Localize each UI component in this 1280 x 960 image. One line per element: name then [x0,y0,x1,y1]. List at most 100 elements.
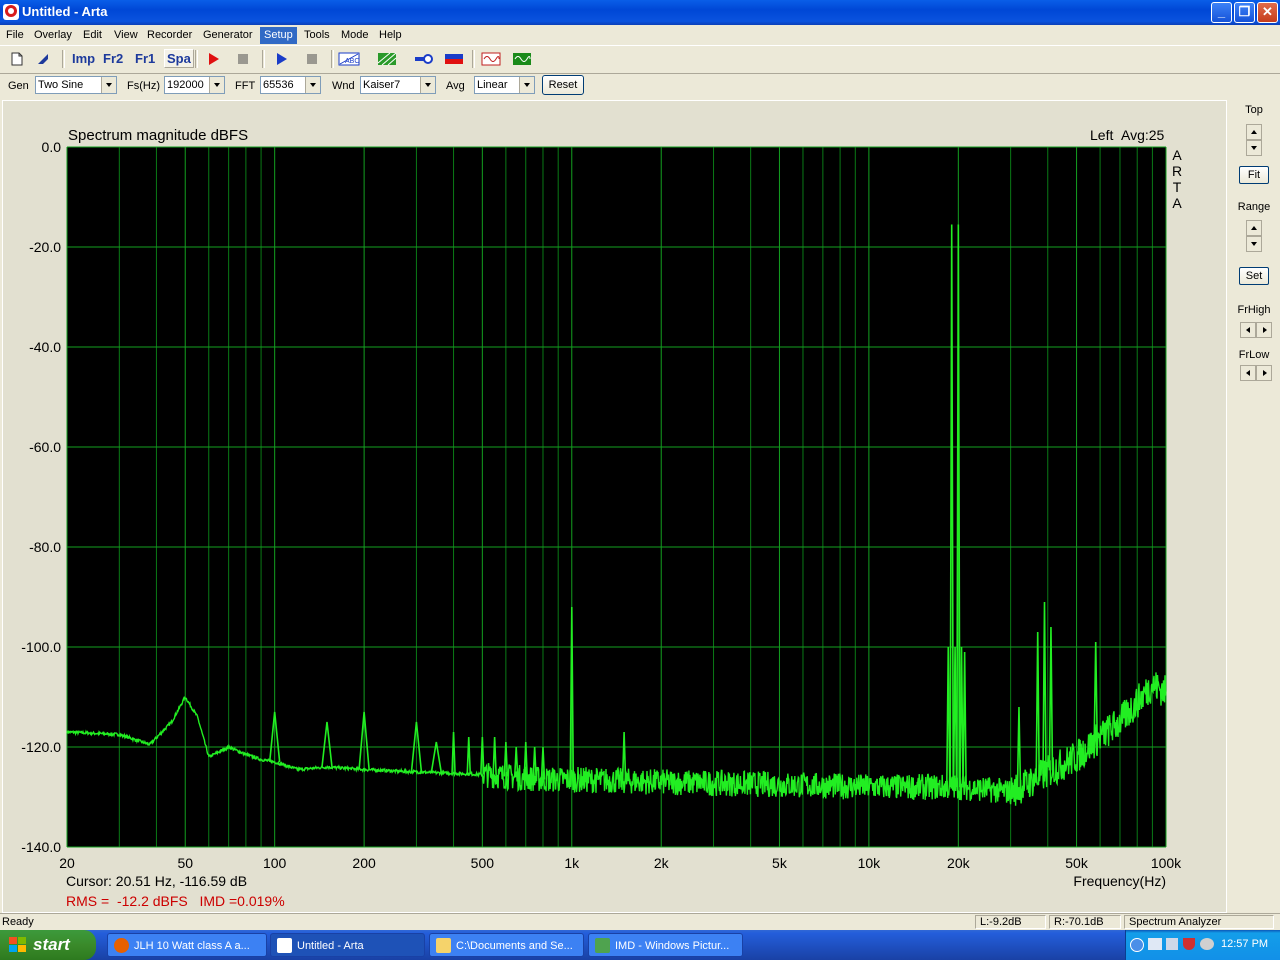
new-file-icon[interactable] [6,49,28,69]
chevron-down-icon[interactable] [519,77,534,93]
gen-label: Gen [8,80,29,92]
set-button[interactable]: Set [1239,267,1269,285]
menu-edit[interactable]: Edit [79,27,106,44]
toolbar-separator [62,50,65,68]
toolbar: Imp Fr2 Fr1 Spa ABC [0,45,1280,74]
fr2-mode-button[interactable]: Fr2 [103,51,123,66]
task-label: JLH 10 Watt class A a... [134,940,250,952]
speaker-icon[interactable] [1200,938,1214,950]
gen-select-value: Two Sine [38,79,84,91]
spectrum-chart[interactable]: 0.0 -20.0 -40.0 -60.0 -80.0 -100.0 -120.0 -140.… [0,100,1228,913]
avg-count-label: Avg:25 [1121,127,1165,143]
y-tick-label: -20.0 [29,239,61,255]
start-button[interactable]: start [0,930,96,960]
x-tick-label: 200 [352,855,376,871]
task-arta[interactable]: Untitled - Arta [270,933,425,957]
menu-recorder[interactable]: Recorder [143,27,196,44]
clock: 12:57 PM [1221,938,1269,950]
record-play-icon[interactable] [203,49,225,69]
menu-overlay[interactable]: Overlay [30,27,76,44]
top-down-button[interactable] [1246,140,1262,156]
y-tick-label: -100.0 [21,639,61,655]
wnd-select-value: Kaiser7 [363,79,401,91]
menu-bar: File Overlay Edit View Recorder Generato… [0,25,1280,45]
chevron-down-icon[interactable] [305,77,320,93]
open-file-icon[interactable] [33,49,55,69]
task-picture-viewer[interactable]: IMD - Windows Pictur... [588,933,743,957]
chevron-down-icon[interactable] [420,77,435,93]
gen-select[interactable]: Two Sine [35,76,117,94]
chevron-down-icon[interactable] [209,77,224,93]
x-tick-label: 10k [858,855,882,871]
oscilloscope-icon[interactable] [511,49,533,69]
wnd-select[interactable]: Kaiser7 [360,76,436,94]
fit-button[interactable]: Fit [1239,166,1269,184]
system-tray: 12:57 PM [1125,930,1280,960]
record-stop-icon[interactable] [233,49,255,69]
menu-view[interactable]: View [110,27,142,44]
menu-generator[interactable]: Generator [199,27,257,44]
menu-tools[interactable]: Tools [300,27,334,44]
frlow-right-button[interactable] [1256,365,1272,381]
x-tick-label: 50 [177,855,193,871]
avg-select[interactable]: Linear [474,76,535,94]
frhigh-right-button[interactable] [1256,322,1272,338]
menu-help[interactable]: Help [375,27,406,44]
x-tick-label: 100 [263,855,287,871]
generator-play-icon[interactable] [271,49,293,69]
shield-icon[interactable] [1183,938,1195,950]
menu-file[interactable]: File [2,27,28,44]
task-label: IMD - Windows Pictur... [615,940,730,952]
maximize-button[interactable]: ❐ [1234,2,1255,23]
range-up-button[interactable] [1246,220,1262,236]
x-tick-label: 20 [59,855,75,871]
task-explorer[interactable]: C:\Documents and Se... [429,933,584,957]
start-label: start [33,935,70,954]
menu-setup[interactable]: Setup [260,27,297,44]
window-title: Untitled - Arta [22,4,108,19]
frlow-left-button[interactable] [1240,365,1256,381]
reset-button[interactable]: Reset [542,75,584,95]
x-tick-label: 50k [1065,855,1089,871]
spa-mode-button[interactable]: Spa [164,49,194,68]
watermark-letter: R [1172,163,1182,179]
minimize-button[interactable]: _ [1211,2,1232,23]
y-tick-label: -80.0 [29,539,61,555]
top-up-button[interactable] [1246,124,1262,140]
range-down-button[interactable] [1246,236,1262,252]
generator-stop-icon[interactable] [302,49,324,69]
chevron-down-icon[interactable] [101,77,116,93]
toolbar-separator [472,50,475,68]
arta-watermark: ARTA [1172,147,1182,211]
chevron-left-icon[interactable] [1130,938,1144,952]
arta-app-icon[interactable] [3,4,19,20]
fs-select-value: 192000 [167,79,204,91]
range-label: Range [1237,201,1271,213]
fr1-mode-button[interactable]: Fr1 [135,51,155,66]
wnd-label: Wnd [332,80,355,92]
svg-text:ABC: ABC [345,58,359,65]
toolbar-separator [331,50,334,68]
fs-select[interactable]: 192000 [164,76,225,94]
fft-select[interactable]: 65536 [260,76,321,94]
volume-icon[interactable] [1166,938,1178,950]
windows-logo-icon [9,937,26,952]
arta-icon [277,938,292,953]
frhigh-left-button[interactable] [1240,322,1256,338]
levels-icon[interactable] [443,49,465,69]
status-mode: Spectrum Analyzer [1124,915,1274,929]
avg-label: Avg [446,80,465,92]
pattern-icon[interactable] [376,49,398,69]
menu-mode[interactable]: Mode [337,27,373,44]
task-firefox[interactable]: JLH 10 Watt class A a... [107,933,267,957]
calibrate-icon[interactable] [412,49,434,69]
status-ready: Ready [2,916,34,928]
network-icon[interactable] [1148,938,1162,950]
toolbar-separator [262,50,265,68]
frlow-label: FrLow [1238,349,1270,361]
picture-icon [595,938,610,953]
abc-label-icon[interactable]: ABC [337,49,360,69]
signal-generator-icon[interactable] [480,49,502,69]
impulse-mode-button[interactable]: Imp [72,51,95,66]
close-button[interactable]: ✕ [1257,2,1278,23]
